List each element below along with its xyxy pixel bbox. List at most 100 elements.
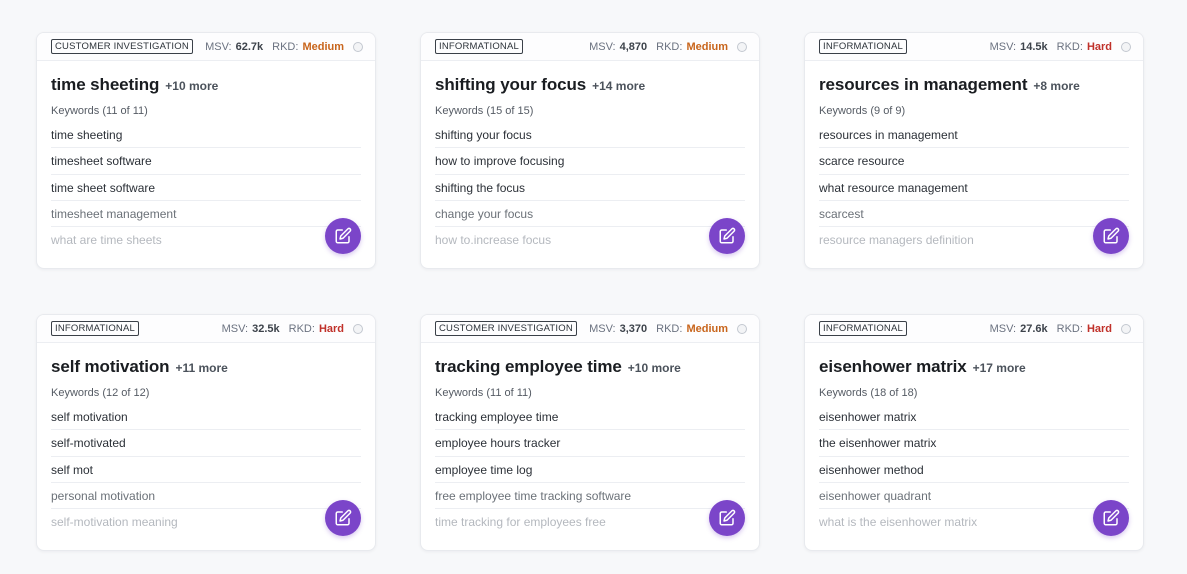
edit-button[interactable] — [1093, 500, 1129, 536]
keyword-item: time sheet software — [51, 175, 361, 201]
cluster-title: resources in management — [819, 75, 1028, 94]
edit-button[interactable] — [709, 500, 745, 536]
keyword-cluster-card-2[interactable]: INFORMATIONAL MSV: 4,870 RKD: Medium shi… — [420, 32, 760, 269]
more-count: +10 more — [627, 361, 681, 375]
keywords-count: Keywords (15 of 15) — [435, 105, 534, 117]
keywords-count: Keywords (11 of 11) — [435, 387, 532, 399]
msv-label: MSV: — [221, 322, 249, 335]
rkd-label: RKD: — [656, 40, 683, 53]
intent-badge: INFORMATIONAL — [819, 321, 908, 336]
keyword-cluster-card-6[interactable]: INFORMATIONAL MSV: 27.6k RKD: Hard eisen… — [804, 314, 1144, 551]
more-count: +11 more — [175, 361, 228, 375]
card-header: INFORMATIONAL MSV: 14.5k RKD: Hard — [805, 33, 1143, 61]
more-count: +17 more — [972, 361, 1026, 375]
select-radio[interactable] — [353, 323, 363, 334]
rkd-label: RKD: — [1056, 322, 1083, 335]
cluster-title: tracking employee time — [435, 357, 622, 376]
intent-badge: CUSTOMER INVESTIGATION — [435, 321, 577, 336]
edit-icon — [719, 227, 736, 244]
card-body: shifting your focus +14 more Keywords (1… — [421, 61, 759, 253]
edit-icon — [335, 227, 352, 244]
keyword-item: change your focus — [435, 201, 745, 228]
metrics: MSV: 3,370 RKD: Medium — [589, 323, 747, 335]
keywords-count: Keywords (12 of 12) — [51, 387, 150, 399]
keyword-item: self-motivated — [51, 430, 361, 457]
edit-icon — [1103, 509, 1120, 526]
keyword-list: tracking employee time employee hours tra… — [435, 404, 745, 535]
intent-badge: INFORMATIONAL — [435, 39, 524, 54]
keyword-item: time tracking for employees free — [435, 515, 606, 530]
rkd-value: Hard — [318, 322, 344, 335]
keyword-cluster-card-4[interactable]: INFORMATIONAL MSV: 32.5k RKD: Hard self … — [36, 314, 376, 551]
edit-icon — [1103, 227, 1120, 244]
keyword-item: how to improve focusing — [435, 148, 745, 175]
msv-label: MSV: — [589, 322, 616, 335]
rkd-label: RKD: — [272, 40, 299, 53]
rkd-label: RKD: — [288, 322, 315, 335]
rkd-label: RKD: — [1056, 40, 1083, 53]
msv-value: 27.6k — [1020, 322, 1048, 335]
rkd-value: Medium — [686, 40, 728, 53]
card-body: tracking employee time +10 more Keywords… — [421, 343, 759, 535]
metrics: MSV: 62.7k RKD: Medium — [205, 41, 363, 53]
edit-button[interactable] — [325, 500, 361, 536]
keyword-list: resources in management scarce resource wh… — [819, 122, 1129, 253]
keyword-item: resource managers definition — [819, 233, 974, 248]
msv-label: MSV: — [205, 40, 232, 53]
select-radio[interactable] — [1121, 323, 1131, 334]
keyword-item: resources in management — [819, 122, 1129, 149]
keyword-item: eisenhower quadrant — [819, 483, 1129, 510]
keyword-item: shifting your focus — [435, 122, 745, 149]
edit-button[interactable] — [709, 218, 745, 254]
msv-value: 62.7k — [235, 40, 264, 53]
title-row: eisenhower matrix +17 more — [819, 357, 1129, 377]
keyword-item: timesheet management — [51, 201, 361, 228]
edit-button[interactable] — [325, 218, 361, 254]
keyword-item: free employee time tracking software — [435, 483, 745, 510]
intent-badge: INFORMATIONAL — [819, 39, 908, 54]
keyword-cluster-card-5[interactable]: CUSTOMER INVESTIGATION MSV: 3,370 RKD: M… — [420, 314, 760, 551]
keyword-item: the eisenhower matrix — [819, 430, 1129, 457]
keyword-item: time sheeting — [51, 122, 361, 149]
keyword-item: tracking employee time — [435, 404, 745, 431]
msv-value: 3,370 — [619, 322, 648, 335]
keyword-list: self motivation self-motivated self mot per… — [51, 404, 361, 535]
edit-button[interactable] — [1093, 218, 1129, 254]
keyword-cluster-card-3[interactable]: INFORMATIONAL MSV: 14.5k RKD: Hard resou… — [804, 32, 1144, 269]
title-row: shifting your focus +14 more — [435, 75, 745, 95]
select-radio[interactable] — [737, 323, 747, 334]
title-row: time sheeting +10 more — [51, 75, 361, 95]
keyword-list: eisenhower matrix the eisenhower matrix ei… — [819, 404, 1129, 535]
card-header: INFORMATIONAL MSV: 27.6k RKD: Hard — [805, 315, 1143, 343]
msv-label: MSV: — [989, 322, 1017, 335]
select-radio[interactable] — [1121, 41, 1131, 52]
rkd-value: Medium — [302, 40, 344, 53]
keyword-item: how to.increase focus — [435, 233, 552, 248]
card-body: eisenhower matrix +17 more Keywords (18 … — [805, 343, 1143, 535]
metrics: MSV: 14.5k RKD: Hard — [990, 41, 1131, 53]
title-row: resources in management +8 more — [819, 75, 1129, 95]
keyword-cluster-card-1[interactable]: CUSTOMER INVESTIGATION MSV: 62.7k RKD: M… — [36, 32, 376, 269]
msv-label: MSV: — [589, 40, 616, 53]
card-header: CUSTOMER INVESTIGATION MSV: 62.7k RKD: M… — [37, 33, 375, 61]
msv-value: 32.5k — [252, 322, 280, 335]
card-body: self motivation +11 more Keywords (12 of… — [37, 343, 375, 535]
keyword-item: scarce resource — [819, 148, 1129, 175]
keyword-item: what resource management — [819, 175, 1129, 201]
msv-label: MSV: — [989, 40, 1017, 53]
select-radio[interactable] — [737, 41, 747, 52]
card-header: INFORMATIONAL MSV: 32.5k RKD: Hard — [37, 315, 375, 343]
keyword-item: eisenhower matrix — [819, 404, 1129, 431]
keyword-item: shifting the focus — [435, 175, 745, 201]
rkd-label: RKD: — [656, 322, 683, 335]
card-body: resources in management +8 more Keywords… — [805, 61, 1143, 253]
intent-badge: INFORMATIONAL — [51, 321, 140, 336]
card-header: CUSTOMER INVESTIGATION MSV: 3,370 RKD: M… — [421, 315, 759, 343]
keyword-item: employee hours tracker — [435, 430, 745, 457]
title-row: tracking employee time +10 more — [435, 357, 745, 377]
keyword-item: personal motivation — [51, 483, 361, 510]
rkd-value: Hard — [1086, 322, 1112, 335]
keyword-list: shifting your focus how to improve focusi… — [435, 122, 745, 253]
more-count: +8 more — [1033, 79, 1080, 93]
select-radio[interactable] — [353, 41, 363, 52]
